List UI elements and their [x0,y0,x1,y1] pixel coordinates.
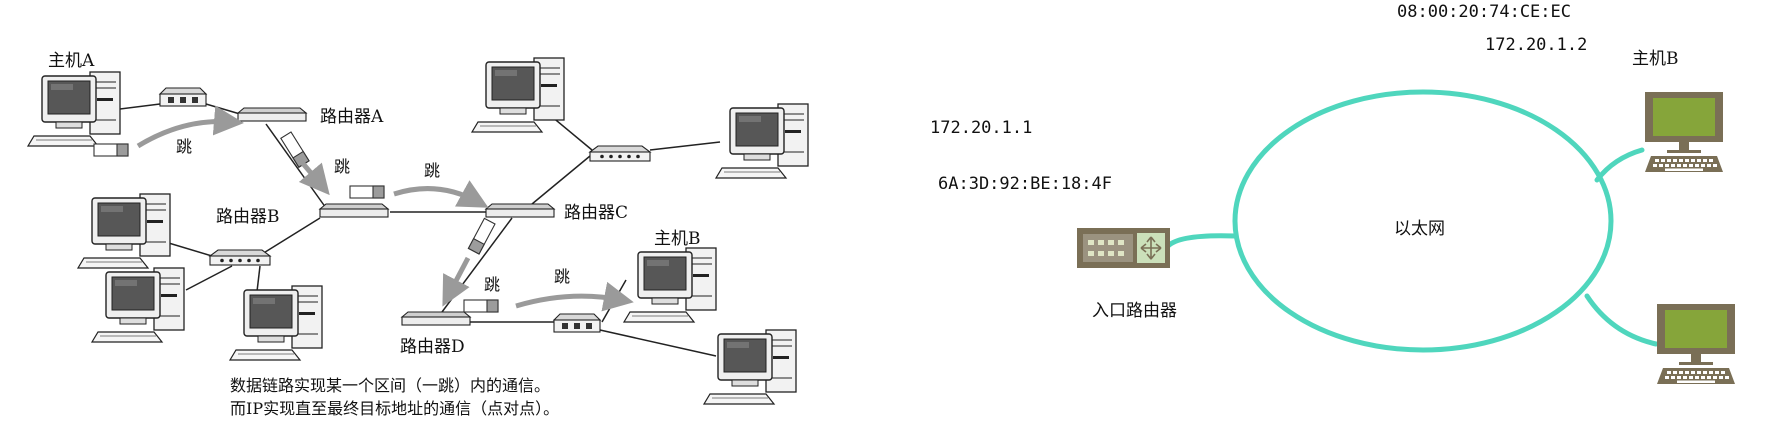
router-d-icon [401,311,471,326]
router-b-label: 路由器B [216,207,280,227]
host-b-computer [1645,92,1723,172]
host-a-label: 主机A [48,51,95,71]
hop-diagram: 主机A 路由器A 路由器B 路由器C 路由器D 主机B 跳 跳 跳 跳 跳 数据… [27,51,809,418]
caption-line-1: 数据链路实现某一个区间（一跳）内的通信。 [230,376,550,395]
router-b-icon [319,203,389,218]
computer-icon [77,193,171,269]
caption-line-2: 而IP实现直至最终目标地址的通信（点对点）。 [230,399,559,418]
ingress-router-label: 入口路由器 [1092,301,1177,321]
ingress-router-icon [1077,228,1170,268]
host-b-label: 主机B [1632,49,1679,69]
host-a-computer [27,71,121,147]
router-ip-address: 172.20.1.1 [930,118,1032,138]
ethernet-diagram: 172.20.1.1 6A:3D:92:BE:18:4F 入口路由器 以太网 0… [930,2,1735,384]
host-b-label: 主机B [654,229,701,249]
router-d-label: 路由器D [400,337,465,357]
hop-label: 跳 [554,267,570,286]
hop-label: 跳 [484,275,500,294]
packet-icon [349,185,385,199]
hub-icon [589,145,651,162]
host-b-ip-address: 172.20.1.2 [1485,35,1587,55]
router-a-icon [237,107,307,122]
hop-label: 跳 [176,137,192,156]
hop-label: 跳 [424,161,440,180]
packet-icon [467,217,496,255]
computer-icon [471,57,565,133]
router-a-label: 路由器A [320,107,384,127]
small-hub-icon [553,313,601,333]
hop-label: 跳 [334,157,350,176]
router-c-icon [485,203,555,218]
hub-icon [209,249,271,266]
packet-icon [93,143,129,157]
computer-icon [229,285,323,361]
host-b-mac-address: 08:00:20:74:CE:EC [1397,2,1571,22]
ethernet-label: 以太网 [1394,219,1445,239]
packet-icon [463,299,499,313]
computer-icon [703,329,797,405]
computer-icon [715,103,809,179]
computer-icon [91,267,185,343]
router-mac-address: 6A:3D:92:BE:18:4F [938,174,1112,194]
small-hub-icon [159,87,207,107]
network-diagram-page: 主机A 路由器A 路由器B 路由器C 路由器D 主机B 跳 跳 跳 跳 跳 数据… [0,0,1778,447]
host-b-computer [623,247,717,323]
diagram-canvas: 主机A 路由器A 路由器B 路由器C 路由器D 主机B 跳 跳 跳 跳 跳 数据… [27,2,1735,418]
router-c-label: 路由器C [564,203,628,223]
computer-icon [1657,304,1735,384]
